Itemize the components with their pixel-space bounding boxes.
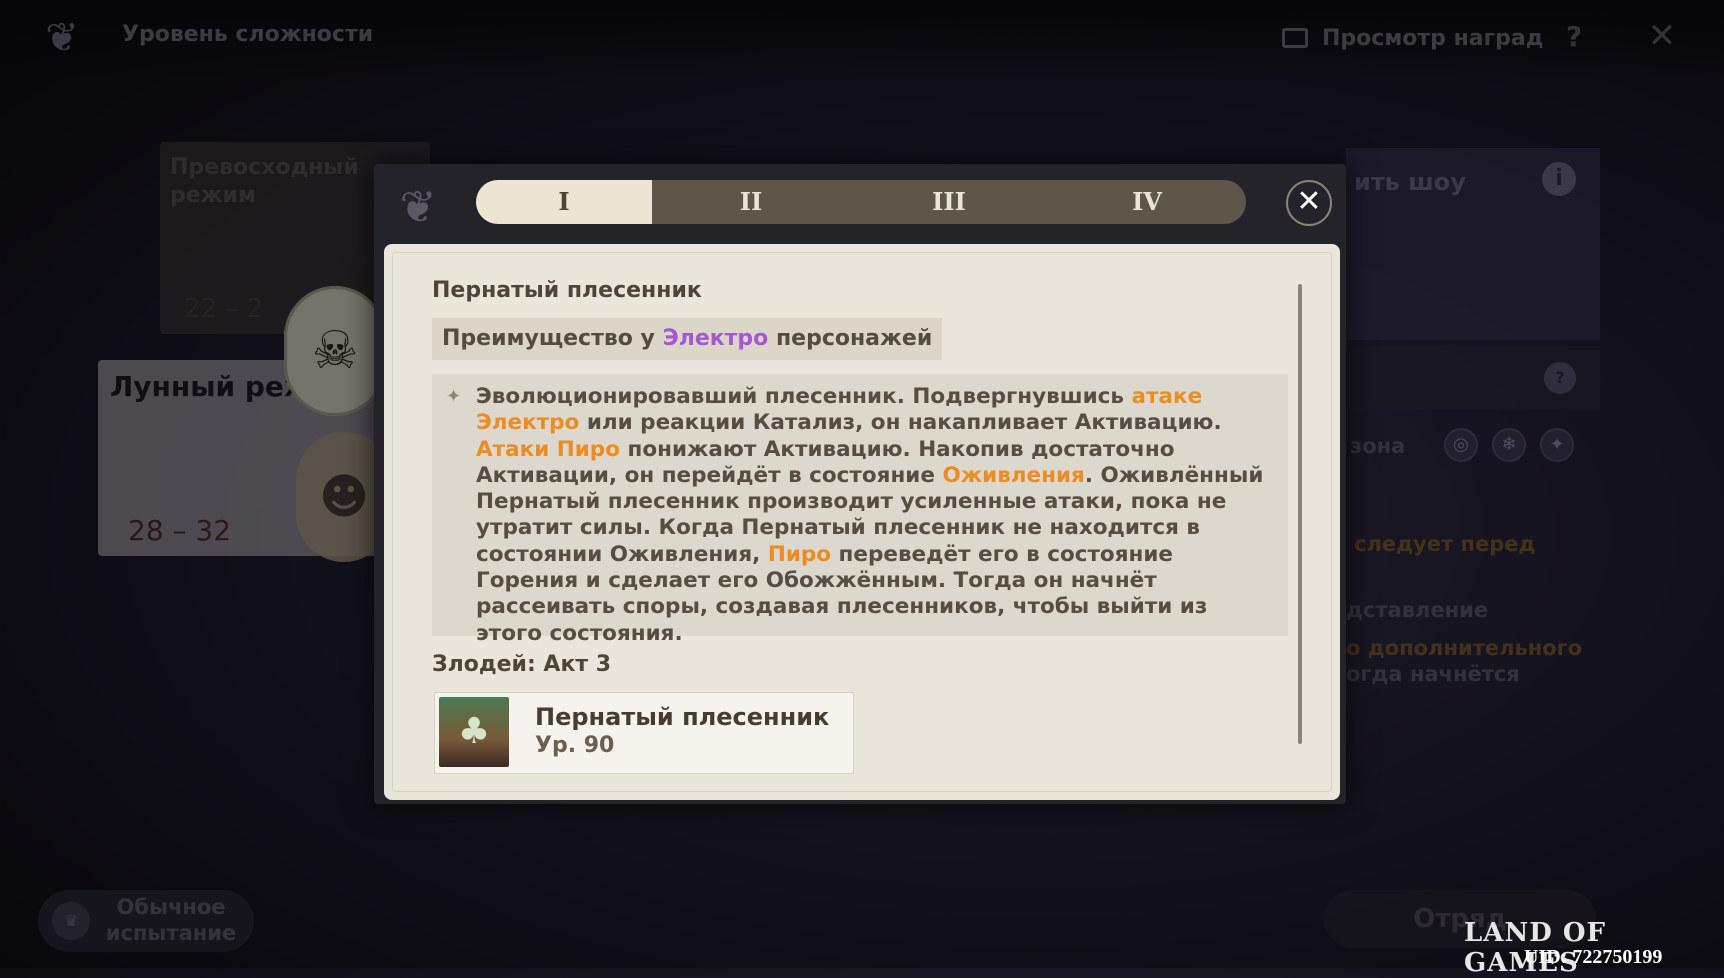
desc-highlight-pyro-attacks: Атаки Пиро: [476, 436, 620, 462]
normal-challenge-button[interactable]: ♛ Обычное испытание: [38, 890, 254, 952]
player-uid: UID: 722750199: [1524, 946, 1663, 968]
help-button[interactable]: ?: [1566, 20, 1582, 53]
side-text-before: следует перед: [1354, 532, 1536, 556]
tab-act-2[interactable]: II: [652, 180, 850, 224]
tab-act-3[interactable]: III: [850, 180, 1048, 224]
advantage-element: Электро: [662, 326, 769, 351]
chest-icon: [1282, 28, 1308, 48]
enemy-description: Эволюционировавший плесенник. Подвергнув…: [476, 384, 1276, 647]
view-rewards-label: Просмотр наград: [1322, 25, 1544, 51]
page-title: Уровень сложности: [122, 22, 374, 47]
normal-challenge-label: Обычное испытание: [105, 895, 237, 945]
enemy-name: Пернатый плесенник: [432, 278, 702, 303]
modal-close-icon[interactable]: ✕: [1286, 180, 1332, 226]
side-text-performance: дставление: [1346, 598, 1489, 622]
boss-card[interactable]: ♣ Пернатый плесенник Ур. 90: [434, 692, 854, 774]
advantage-note: Преимущество у Электро персонажей: [432, 318, 943, 360]
lunar-mode-range: 28 – 32: [128, 514, 232, 547]
boss-level: Ур. 90: [535, 733, 615, 758]
advantage-suffix: персонажей: [768, 326, 933, 351]
side-text-zone: зона: [1350, 434, 1406, 458]
crown-icon: ♛: [52, 902, 90, 940]
dendro-element-icon: ✦: [1540, 428, 1574, 462]
villains-title: Злодей: Акт 3: [432, 652, 612, 677]
boss-portrait: ♣: [439, 697, 509, 767]
cryo-element-icon: ❄: [1492, 428, 1526, 462]
boss-name: Пернатый плесенник: [535, 703, 830, 731]
right-info-bar: ?: [1346, 346, 1600, 410]
electro-element-icon: ◎: [1444, 428, 1478, 462]
desc-highlight-revival: Оживления: [942, 462, 1085, 488]
view-rewards-button[interactable]: Просмотр наград: [1282, 18, 1543, 58]
demon-mask-icon[interactable]: ☠: [284, 286, 386, 416]
side-text-additional: о дополнительного: [1346, 636, 1583, 660]
desc-highlight-pyro: Пиро: [767, 541, 832, 567]
act-tabs: I II III IV: [476, 180, 1246, 224]
superior-mode-range: 22 – 2: [184, 294, 264, 324]
tab-act-1[interactable]: I: [476, 180, 652, 224]
enemy-info-panel: Пернатый плесенник Преимущество у Электр…: [384, 244, 1340, 800]
tab-act-4[interactable]: IV: [1048, 180, 1246, 224]
help-icon[interactable]: ?: [1544, 362, 1576, 394]
advantage-prefix: Преимущество у: [442, 326, 663, 351]
desc-part-2: или реакции Катализ, он накапливает Акти…: [579, 410, 1222, 436]
show-panel: ить шоу i: [1346, 148, 1600, 340]
element-icons: ◎ ❄ ✦: [1444, 428, 1574, 462]
bullet-star-icon: ✦: [446, 386, 462, 407]
butterfly-icon: ❦: [399, 182, 437, 233]
side-text-begins: огда начнётся: [1346, 662, 1520, 686]
scrollbar[interactable]: [1298, 284, 1302, 744]
game-logo-icon: ❦: [45, 15, 79, 61]
show-panel-title: ить шоу: [1354, 168, 1466, 196]
close-icon[interactable]: ✕: [1640, 14, 1684, 58]
enemy-description-box: ✦ Эволюционировавший плесенник. Подвергн…: [432, 374, 1288, 646]
info-icon[interactable]: i: [1542, 162, 1576, 196]
desc-part-1: Эволюционировавший плесенник. Подвергнув…: [476, 384, 1132, 409]
